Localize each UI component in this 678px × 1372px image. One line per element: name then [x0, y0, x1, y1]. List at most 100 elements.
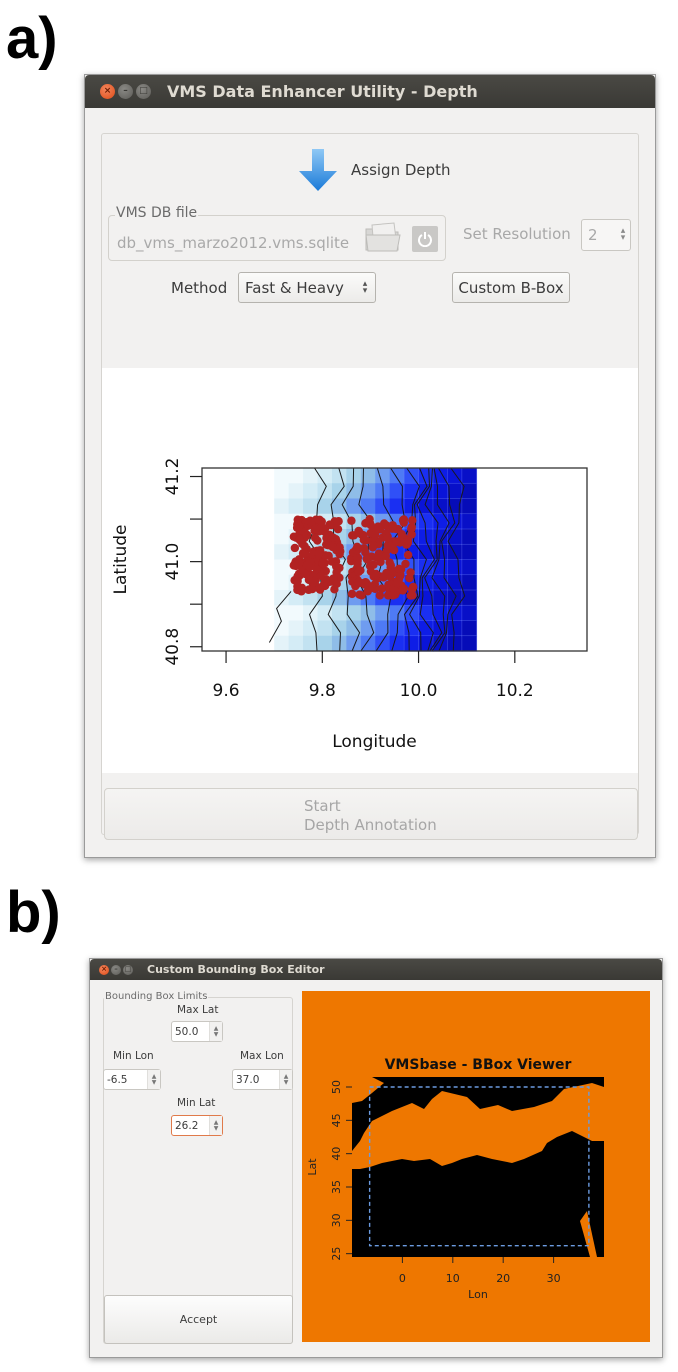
depth-raster-cell	[447, 635, 463, 652]
depth-raster-cell	[360, 620, 376, 637]
chevron-updown-icon: ▴ ▾	[362, 278, 368, 296]
vms-point	[291, 561, 301, 571]
depth-raster-cell	[447, 543, 463, 561]
y-tick-label: 30	[330, 1213, 343, 1227]
accept-button[interactable]: Accept	[104, 1295, 293, 1344]
depth-chart: 9.6 9.8 10.0 10.2 40.8 41.0 41.2 Longitude Latit…	[111, 458, 588, 752]
vms-point	[369, 560, 378, 569]
vms-point	[407, 585, 417, 594]
maximize-button[interactable]: □	[136, 84, 151, 99]
min-lat-spinbox[interactable]: 26.2 ▲ ▼	[171, 1115, 223, 1136]
max-lon-spinbox[interactable]: 37.0 ▲ ▼	[232, 1069, 293, 1090]
start-label-line1: Start	[304, 797, 341, 815]
spin-arrows-icon[interactable]: ▴ ▾	[616, 227, 630, 243]
y-axis-label: Latitude	[111, 525, 131, 595]
minimize-icon: –	[114, 965, 118, 973]
vms-point	[317, 517, 326, 526]
depth-raster-cell	[447, 528, 463, 546]
minimize-button[interactable]: –	[118, 84, 133, 99]
custom-bbox-button[interactable]: Custom B-Box	[452, 272, 570, 303]
depth-raster-cell	[288, 620, 304, 637]
start-depth-annotation-button[interactable]: Start Depth Annotation	[104, 788, 638, 840]
spin-arrows-icon[interactable]: ▲ ▼	[209, 1022, 222, 1041]
window-title: VMS Data Enhancer Utility - Depth	[167, 82, 478, 101]
vms-point	[408, 516, 417, 525]
depth-raster-cell	[403, 482, 420, 500]
depth-raster-cell	[274, 513, 290, 530]
depth-raster-cell	[418, 513, 434, 530]
vms-point	[392, 537, 401, 546]
vms-point	[373, 522, 383, 531]
depth-raster-cell	[274, 605, 290, 621]
depth-raster-cell	[360, 498, 376, 515]
depth-raster-cell	[274, 468, 290, 484]
vms-point	[382, 568, 391, 578]
depth-raster-cell	[461, 467, 478, 485]
maximize-button[interactable]: □	[123, 964, 133, 975]
vms-point	[354, 567, 363, 577]
spin-arrows-icon[interactable]: ▲ ▼	[279, 1070, 292, 1089]
vms-point	[316, 571, 326, 581]
maximize-icon: □	[139, 86, 148, 96]
depth-raster-cell	[432, 482, 449, 500]
x-tick-label: 10.0	[400, 681, 438, 701]
depth-raster-cell	[303, 498, 318, 515]
vms-point	[369, 541, 378, 550]
depth-raster-cell	[461, 513, 478, 530]
vms-point	[403, 536, 413, 545]
min-lon-value: -6.5	[107, 1073, 128, 1086]
depth-raster-cell	[461, 559, 478, 576]
bbox-editor-window: × – □ Custom Bounding Box Editor Boundin…	[89, 958, 663, 1358]
vms-point	[310, 524, 320, 534]
x-tick-label: 10	[446, 1272, 460, 1285]
y-tick-label: 50	[330, 1080, 343, 1094]
bbox-viewer-chart: VMSbase - BBox Viewer 0 10 20 30 25 30 35 40 45 50…	[306, 1057, 604, 1301]
minimize-button[interactable]: –	[111, 964, 121, 975]
depth-raster-cell	[288, 468, 304, 484]
spin-arrows-icon[interactable]: ▲ ▼	[209, 1116, 222, 1135]
down-arrow-icon	[299, 149, 337, 191]
vms-point	[403, 550, 413, 560]
power-icon	[418, 232, 432, 247]
depth-plot-area: 9.6 9.8 10.0 10.2 40.8 41.0 41.2 Longitude Latit…	[102, 368, 638, 773]
min-lat-value[interactable]: 26.2	[172, 1120, 209, 1132]
depth-raster-cell	[346, 483, 362, 499]
depth-raster-cell	[317, 483, 333, 499]
depth-raster-cell	[274, 483, 290, 499]
depth-raster-cell	[461, 620, 478, 637]
close-icon: ×	[103, 86, 112, 96]
folder-icon[interactable]	[364, 221, 402, 253]
depth-raster-cell	[403, 635, 420, 652]
x-tick-label: 30	[547, 1272, 561, 1285]
depth-raster-cell	[461, 528, 478, 546]
title-bar: × – □ Custom Bounding Box Editor	[90, 959, 662, 980]
depth-raster-cell	[346, 635, 362, 652]
y-tick-label: 45	[330, 1113, 343, 1127]
y-tick-label: 25	[330, 1247, 343, 1261]
spin-arrows-icon[interactable]: ▲ ▼	[147, 1070, 160, 1089]
depth-raster-cell	[447, 604, 463, 622]
y-tick-label: 41.2	[163, 458, 183, 496]
depth-raster-cell	[274, 574, 290, 591]
vms-point	[293, 576, 302, 586]
depth-raster-cell	[432, 513, 449, 530]
close-button[interactable]: ×	[99, 964, 109, 975]
depth-raster-cell	[288, 605, 304, 621]
min-lon-label: Min Lon	[113, 1050, 154, 1062]
close-button[interactable]: ×	[100, 84, 115, 99]
min-lon-spinbox[interactable]: -6.5 ▲ ▼	[103, 1069, 161, 1090]
depth-raster-cell	[432, 498, 449, 515]
max-lat-spinbox[interactable]: 50.0 ▲ ▼	[171, 1021, 223, 1042]
depth-raster-cell	[447, 620, 463, 637]
resolution-spinbox[interactable]: 2 ▴ ▾	[581, 219, 631, 251]
assign-depth-header: Assign Depth	[295, 147, 451, 193]
resolution-label: Set Resolution	[463, 225, 571, 243]
vms-point	[295, 522, 304, 531]
close-icon: ×	[101, 965, 107, 973]
reset-button[interactable]	[412, 226, 438, 252]
depth-window: × – □ VMS Data Enhancer Utility - Depth …	[84, 74, 656, 858]
method-select[interactable]: Fast & Heavy ▴ ▾	[238, 272, 376, 303]
x-tick-label: 20	[496, 1272, 510, 1285]
vms-point	[347, 589, 357, 599]
window-title: Custom Bounding Box Editor	[147, 963, 325, 976]
